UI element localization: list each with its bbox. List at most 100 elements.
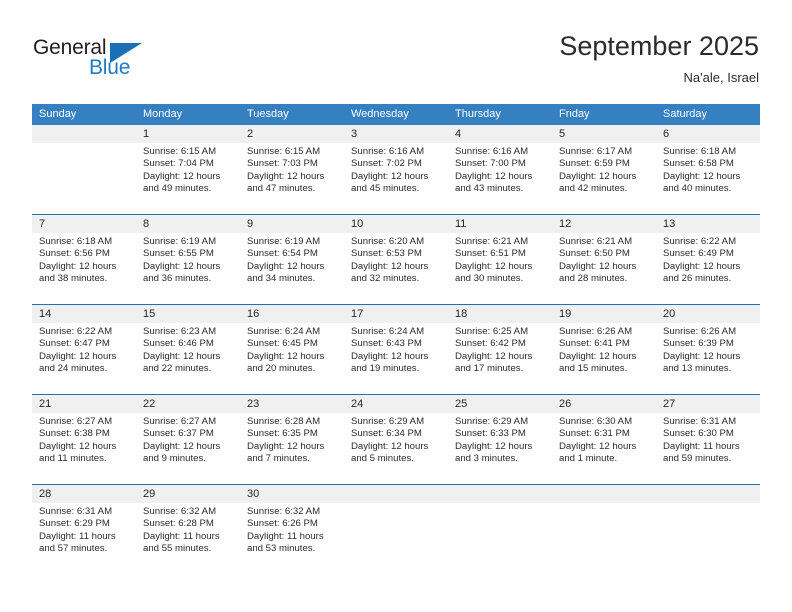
- day-cell[interactable]: Sunrise: 6:16 AM Sunset: 7:02 PM Daylight:…: [344, 143, 448, 214]
- general-blue-logo[interactable]: General Blue: [33, 36, 153, 84]
- day-number[interactable]: 1: [136, 125, 240, 143]
- day-cell: [344, 503, 448, 574]
- day-number[interactable]: 3: [344, 125, 448, 143]
- day-number[interactable]: 17: [344, 305, 448, 323]
- day-number[interactable]: 26: [552, 395, 656, 413]
- sunset-text: Sunset: 6:35 PM: [247, 428, 318, 440]
- day-cell[interactable]: Sunrise: 6:20 AM Sunset: 6:53 PM Daylight:…: [344, 233, 448, 304]
- day-number[interactable]: 6: [656, 125, 760, 143]
- day-cell[interactable]: Sunrise: 6:22 AM Sunset: 6:49 PM Daylight:…: [656, 233, 760, 304]
- calendar-weeks: 1 2 3 4 5 6 Sunrise: 6:15 AM Sunset: 7:04 PM Day…: [32, 125, 760, 574]
- sunrise-text: Sunrise: 6:24 AM: [247, 326, 321, 337]
- day-cell[interactable]: Sunrise: 6:30 AM Sunset: 6:31 PM Daylight:…: [552, 413, 656, 484]
- day-cell[interactable]: Sunrise: 6:22 AM Sunset: 6:47 PM Daylight:…: [32, 323, 136, 394]
- day-number[interactable]: 14: [32, 305, 136, 323]
- day-number-row: 7 8 9 10 11 12 13: [32, 215, 760, 233]
- day-cell[interactable]: Sunrise: 6:18 AM Sunset: 6:56 PM Daylight:…: [32, 233, 136, 304]
- day-number: [344, 485, 448, 503]
- day-number[interactable]: 4: [448, 125, 552, 143]
- sunset-text: Sunset: 6:45 PM: [247, 338, 318, 350]
- day-number[interactable]: 9: [240, 215, 344, 233]
- daylight-text: Daylight: 12 hours and 43 minutes.: [455, 170, 533, 195]
- day-cell[interactable]: Sunrise: 6:16 AM Sunset: 7:00 PM Daylight:…: [448, 143, 552, 214]
- day-cell[interactable]: Sunrise: 6:25 AM Sunset: 6:42 PM Daylight:…: [448, 323, 552, 394]
- day-number[interactable]: 10: [344, 215, 448, 233]
- day-cell[interactable]: Sunrise: 6:31 AM Sunset: 6:30 PM Daylight:…: [656, 413, 760, 484]
- day-cell[interactable]: Sunrise: 6:24 AM Sunset: 6:43 PM Daylight:…: [344, 323, 448, 394]
- page-header: General Blue September 2025 Na'ale, Isra…: [0, 0, 792, 100]
- day-cell: [552, 503, 656, 574]
- calendar-grid: Sunday Monday Tuesday Wednesday Thursday…: [32, 104, 760, 574]
- day-cell[interactable]: Sunrise: 6:26 AM Sunset: 6:41 PM Daylight:…: [552, 323, 656, 394]
- day-cell[interactable]: Sunrise: 6:17 AM Sunset: 6:59 PM Daylight:…: [552, 143, 656, 214]
- daylight-text: Daylight: 11 hours and 55 minutes.: [143, 530, 220, 555]
- sunrise-text: Sunrise: 6:23 AM: [143, 326, 217, 337]
- day-number[interactable]: 22: [136, 395, 240, 413]
- day-number-row: 21 22 23 24 25 26 27: [32, 395, 760, 413]
- day-cell[interactable]: Sunrise: 6:15 AM Sunset: 7:03 PM Daylight:…: [240, 143, 344, 214]
- day-number[interactable]: 19: [552, 305, 656, 323]
- daylight-text: Daylight: 12 hours and 22 minutes.: [143, 350, 221, 375]
- sunrise-text: Sunrise: 6:26 AM: [559, 326, 633, 337]
- sunset-text: Sunset: 6:58 PM: [663, 158, 734, 170]
- day-cell[interactable]: Sunrise: 6:23 AM Sunset: 6:46 PM Daylight:…: [136, 323, 240, 394]
- day-cell[interactable]: Sunrise: 6:27 AM Sunset: 6:37 PM Daylight:…: [136, 413, 240, 484]
- sunset-text: Sunset: 7:00 PM: [455, 158, 526, 170]
- day-number[interactable]: 8: [136, 215, 240, 233]
- day-number[interactable]: 5: [552, 125, 656, 143]
- day-cell[interactable]: Sunrise: 6:26 AM Sunset: 6:39 PM Daylight:…: [656, 323, 760, 394]
- day-number[interactable]: 24: [344, 395, 448, 413]
- day-cell[interactable]: Sunrise: 6:21 AM Sunset: 6:50 PM Daylight:…: [552, 233, 656, 304]
- daylight-text: Daylight: 12 hours and 19 minutes.: [351, 350, 429, 375]
- daylight-text: Daylight: 12 hours and 5 minutes.: [351, 440, 429, 465]
- day-number[interactable]: 23: [240, 395, 344, 413]
- day-cell[interactable]: Sunrise: 6:31 AM Sunset: 6:29 PM Daylight:…: [32, 503, 136, 574]
- calendar-page: General Blue September 2025 Na'ale, Isra…: [0, 0, 792, 612]
- calendar-week-row: 21 22 23 24 25 26 27 Sunrise: 6:27 AM Sunset: 6:…: [32, 394, 760, 484]
- day-number[interactable]: 7: [32, 215, 136, 233]
- location-subtitle: Na'ale, Israel: [683, 70, 759, 85]
- daylight-text: Daylight: 12 hours and 7 minutes.: [247, 440, 325, 465]
- sunset-text: Sunset: 6:47 PM: [39, 338, 110, 350]
- day-number[interactable]: 30: [240, 485, 344, 503]
- day-number[interactable]: 28: [32, 485, 136, 503]
- title-block: September 2025 Na'ale, Israel: [559, 30, 759, 87]
- day-cell[interactable]: Sunrise: 6:24 AM Sunset: 6:45 PM Daylight:…: [240, 323, 344, 394]
- weekday-header-row: Sunday Monday Tuesday Wednesday Thursday…: [32, 104, 760, 125]
- day-cell[interactable]: Sunrise: 6:28 AM Sunset: 6:35 PM Daylight:…: [240, 413, 344, 484]
- day-number[interactable]: 20: [656, 305, 760, 323]
- day-cell[interactable]: Sunrise: 6:18 AM Sunset: 6:58 PM Daylight:…: [656, 143, 760, 214]
- day-number[interactable]: 29: [136, 485, 240, 503]
- day-detail-row: Sunrise: 6:22 AM Sunset: 6:47 PM Daylight:…: [32, 323, 760, 394]
- sunset-text: Sunset: 6:50 PM: [559, 248, 630, 260]
- day-number[interactable]: 16: [240, 305, 344, 323]
- day-cell[interactable]: Sunrise: 6:29 AM Sunset: 6:34 PM Daylight:…: [344, 413, 448, 484]
- day-cell[interactable]: Sunrise: 6:27 AM Sunset: 6:38 PM Daylight:…: [32, 413, 136, 484]
- daylight-text: Daylight: 12 hours and 45 minutes.: [351, 170, 429, 195]
- day-cell[interactable]: Sunrise: 6:32 AM Sunset: 6:28 PM Daylight:…: [136, 503, 240, 574]
- day-cell[interactable]: Sunrise: 6:19 AM Sunset: 6:54 PM Daylight:…: [240, 233, 344, 304]
- day-number[interactable]: 13: [656, 215, 760, 233]
- weekday-header-wednesday: Wednesday: [351, 108, 409, 120]
- day-cell[interactable]: Sunrise: 6:32 AM Sunset: 6:26 PM Daylight:…: [240, 503, 344, 574]
- day-number[interactable]: 18: [448, 305, 552, 323]
- day-number[interactable]: 2: [240, 125, 344, 143]
- day-detail-row: Sunrise: 6:27 AM Sunset: 6:38 PM Daylight:…: [32, 413, 760, 484]
- day-number[interactable]: 21: [32, 395, 136, 413]
- day-cell[interactable]: Sunrise: 6:29 AM Sunset: 6:33 PM Daylight:…: [448, 413, 552, 484]
- sunset-text: Sunset: 6:28 PM: [143, 518, 214, 530]
- day-number[interactable]: 11: [448, 215, 552, 233]
- sunset-text: Sunset: 6:37 PM: [143, 428, 214, 440]
- day-cell[interactable]: Sunrise: 6:15 AM Sunset: 7:04 PM Daylight:…: [136, 143, 240, 214]
- day-cell[interactable]: Sunrise: 6:19 AM Sunset: 6:55 PM Daylight:…: [136, 233, 240, 304]
- day-number[interactable]: 12: [552, 215, 656, 233]
- day-number[interactable]: 27: [656, 395, 760, 413]
- sunrise-text: Sunrise: 6:29 AM: [455, 416, 529, 427]
- day-number[interactable]: 15: [136, 305, 240, 323]
- day-cell[interactable]: Sunrise: 6:21 AM Sunset: 6:51 PM Daylight:…: [448, 233, 552, 304]
- weekday-header-thursday: Thursday: [455, 108, 501, 120]
- day-number[interactable]: 25: [448, 395, 552, 413]
- sunrise-text: Sunrise: 6:19 AM: [247, 236, 321, 247]
- daylight-text: Daylight: 11 hours and 57 minutes.: [39, 530, 116, 555]
- sunset-text: Sunset: 6:49 PM: [663, 248, 734, 260]
